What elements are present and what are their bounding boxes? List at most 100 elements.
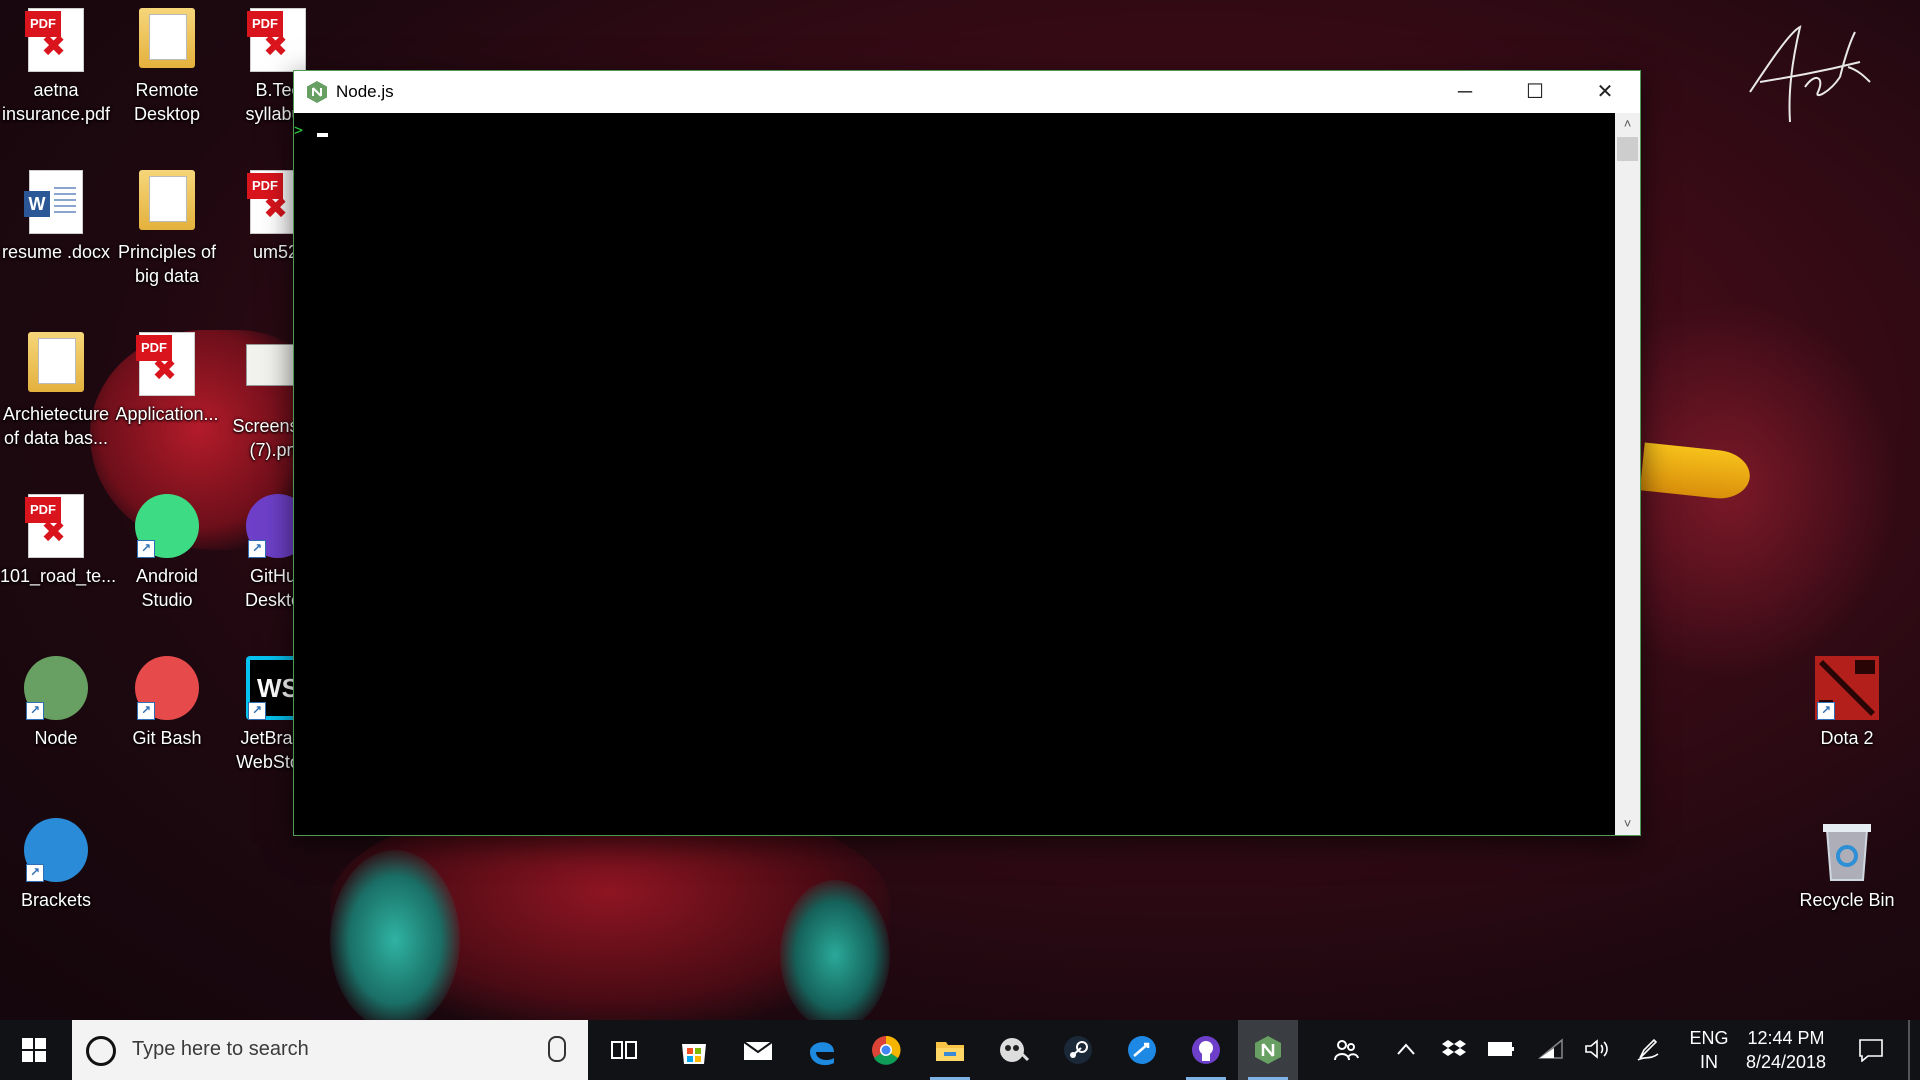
vertical-scrollbar[interactable]: ˄ ˅: [1615, 113, 1640, 835]
dota2-icon: ↗: [1815, 656, 1879, 720]
desktop-icon[interactable]: PDF ✖ Application...: [111, 332, 223, 426]
close-button[interactable]: ✕: [1570, 71, 1640, 113]
taskbar-button-mail[interactable]: [728, 1020, 788, 1080]
taskbar-button-file-explorer[interactable]: [920, 1020, 980, 1080]
pdf-icon: PDF ✖: [24, 8, 88, 72]
taskbar-button-github-desktop[interactable]: [1176, 1020, 1236, 1080]
dropbox-icon[interactable]: [1442, 1038, 1466, 1060]
microphone-icon[interactable]: [548, 1036, 566, 1062]
battery-icon[interactable]: [1488, 1040, 1516, 1058]
terminal-area[interactable]: >: [294, 113, 1615, 835]
desktop-icon-label: aetna: [33, 80, 79, 100]
desktop-icon[interactable]: Recycle Bin: [1791, 818, 1903, 912]
desktop-icon-label: 101_road_te...: [0, 566, 117, 586]
desktop-icon-label: of data bas...: [3, 428, 109, 448]
desktop-icon[interactable]: ↗ Android Studio: [111, 494, 223, 612]
maximize-button[interactable]: ☐: [1500, 71, 1570, 113]
volume-icon[interactable]: [1584, 1038, 1610, 1060]
taskbar: Type here to search ENG IN 12:44 PM 8/24…: [0, 1020, 1920, 1080]
minimize-icon: ─: [1457, 81, 1473, 103]
wallpaper-teal-arm: [330, 850, 460, 1030]
desktop-icon-label: resume .docx: [1, 242, 111, 262]
shortcut-arrow-icon: ↗: [137, 540, 155, 558]
desktop-icon-label: Dota 2: [1820, 728, 1874, 748]
wifi-icon[interactable]: [1538, 1038, 1564, 1060]
scroll-up-button[interactable]: ˄: [1615, 113, 1640, 135]
task-view-icon: [608, 1034, 640, 1066]
desktop-icon-label: Brackets: [20, 890, 92, 910]
scrollbar-thumb[interactable]: [1617, 137, 1638, 161]
brackets-icon: ↗: [24, 818, 88, 882]
desktop-icon-label: insurance.pdf: [1, 104, 111, 124]
word-document-icon: W: [24, 170, 88, 234]
clock-date: 8/24/2018: [1745, 1052, 1827, 1072]
start-button[interactable]: [0, 1020, 70, 1080]
action-center-icon[interactable]: [1858, 1038, 1884, 1062]
windows-logo-icon: [22, 1038, 46, 1062]
scroll-down-button[interactable]: ˅: [1615, 813, 1640, 835]
desktop-icon[interactable]: ↗ Dota 2: [1791, 656, 1903, 750]
desktop-icon-label: big data: [134, 266, 200, 286]
pdf-icon: PDF ✖: [246, 8, 310, 72]
desktop-icon[interactable]: Archietecture of data bas...: [0, 332, 112, 450]
taskbar-button-edge[interactable]: [792, 1020, 852, 1080]
pdf-icon: PDF ✖: [135, 332, 199, 396]
shortcut-arrow-icon: ↗: [26, 864, 44, 882]
desktop-icon-label: Git Bash: [132, 728, 202, 748]
desktop-icon-label: Archietecture: [2, 404, 110, 424]
wallpaper-signature: [1749, 25, 1871, 123]
steam-icon: [1062, 1034, 1094, 1066]
game-app-icon: [998, 1034, 1030, 1066]
wallpaper-teal-arm-right: [780, 880, 890, 1030]
pdf-folder-icon: [135, 170, 199, 234]
search-placeholder: Type here to search: [132, 1038, 309, 1060]
taskbar-button-steam[interactable]: [1048, 1020, 1108, 1080]
shortcut-arrow-icon: ↗: [248, 702, 266, 720]
taskbar-button-microsoft-store[interactable]: [664, 1020, 724, 1080]
desktop-icon[interactable]: PDF ✖ 101_road_te...: [0, 494, 117, 588]
taskbar-clock[interactable]: 12:44 PM 8/24/2018: [1726, 1026, 1846, 1074]
desktop-icon-label: Remote: [135, 80, 199, 100]
folder-icon: [135, 8, 199, 72]
clock-time: 12:44 PM: [1747, 1028, 1825, 1048]
shortcut-arrow-icon: ↗: [26, 702, 44, 720]
folder-icon: [24, 332, 88, 396]
terminal-prompt: >: [294, 121, 304, 139]
android-studio-icon: ↗: [135, 494, 199, 558]
desktop-icon[interactable]: ↗ Git Bash: [111, 656, 223, 750]
show-desktop-button[interactable]: [1908, 1020, 1910, 1080]
minimize-button[interactable]: ─: [1430, 71, 1500, 113]
recycle-bin-icon: [1815, 818, 1879, 882]
desktop-icon[interactable]: ↗ Brackets: [0, 818, 112, 912]
desktop-icon[interactable]: Wresume .docx: [0, 170, 112, 264]
taskbar-button-chrome[interactable]: [856, 1020, 916, 1080]
desktop-icon-label: Recycle Bin: [1799, 890, 1895, 910]
chevron-up-tray-icon[interactable]: [1396, 1042, 1416, 1056]
edge-icon: [806, 1034, 838, 1066]
nodejs-window[interactable]: Node.js ─ ☐ ✕ > ˄ ˅: [293, 70, 1641, 836]
taskbar-button-task-view[interactable]: [594, 1020, 654, 1080]
taskbar-button-nodejs[interactable]: [1238, 1020, 1298, 1080]
wallpaper-beak: [1639, 442, 1753, 502]
desktop-icon[interactable]: ↗ Node: [0, 656, 112, 750]
close-icon: ✕: [1596, 81, 1614, 103]
taskbar-button-blue-app[interactable]: [1112, 1020, 1172, 1080]
shortcut-arrow-icon: ↗: [248, 540, 266, 558]
pen-workspace-icon[interactable]: [1636, 1036, 1660, 1062]
desktop-icon[interactable]: PDF ✖ aetna insurance.pdf: [0, 8, 112, 126]
taskbar-button-game-app[interactable]: [984, 1020, 1044, 1080]
pdf-icon: PDF ✖: [24, 494, 88, 558]
file-explorer-icon: [934, 1034, 966, 1066]
desktop-icon-label: Principles of: [117, 242, 217, 262]
mail-icon: [742, 1034, 774, 1066]
desktop-icon-label: Node: [34, 728, 78, 748]
shortcut-arrow-icon: ↗: [1817, 702, 1835, 720]
search-input[interactable]: Type here to search: [72, 1020, 588, 1080]
desktop-icon-label: Studio: [141, 590, 193, 610]
desktop-icon-label: Android: [135, 566, 199, 586]
window-titlebar[interactable]: Node.js ─ ☐ ✕: [294, 71, 1640, 113]
desktop-icon[interactable]: Principles of big data: [111, 170, 223, 288]
chevron-up-icon: ˄: [1623, 116, 1632, 131]
people-icon[interactable]: [1332, 1036, 1360, 1064]
desktop-icon[interactable]: Remote Desktop: [111, 8, 223, 126]
